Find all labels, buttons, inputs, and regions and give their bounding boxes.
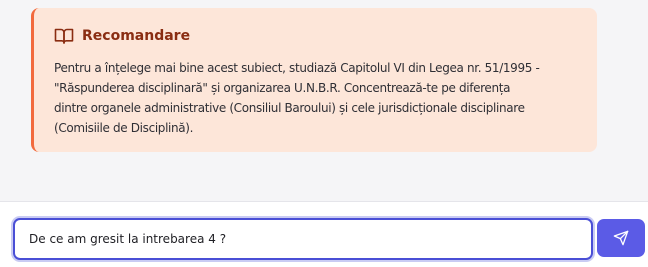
recommendation-line: (Comisiile de Disciplină). xyxy=(54,121,194,135)
recommendation-line: "Răspunderea disciplinară" și organizare… xyxy=(54,81,511,95)
recommendation-line: Pentru a înțelege mai bine acest subiect… xyxy=(54,61,540,75)
recommendation-text: Pentru a înțelege mai bine acest subiect… xyxy=(54,58,579,138)
book-open-icon xyxy=(54,27,74,45)
recommendation-card: Recomandare Pentru a înțelege mai bine a… xyxy=(31,8,597,152)
send-icon xyxy=(613,230,629,246)
chat-input[interactable] xyxy=(15,220,591,258)
recommendation-title: Recomandare xyxy=(82,28,191,44)
recommendation-line: dintre organele administrative (Consiliu… xyxy=(54,101,525,115)
message-composer xyxy=(0,201,648,267)
chat-input-container xyxy=(13,218,593,260)
send-button[interactable] xyxy=(597,219,645,257)
recommendation-header: Recomandare xyxy=(54,22,579,50)
